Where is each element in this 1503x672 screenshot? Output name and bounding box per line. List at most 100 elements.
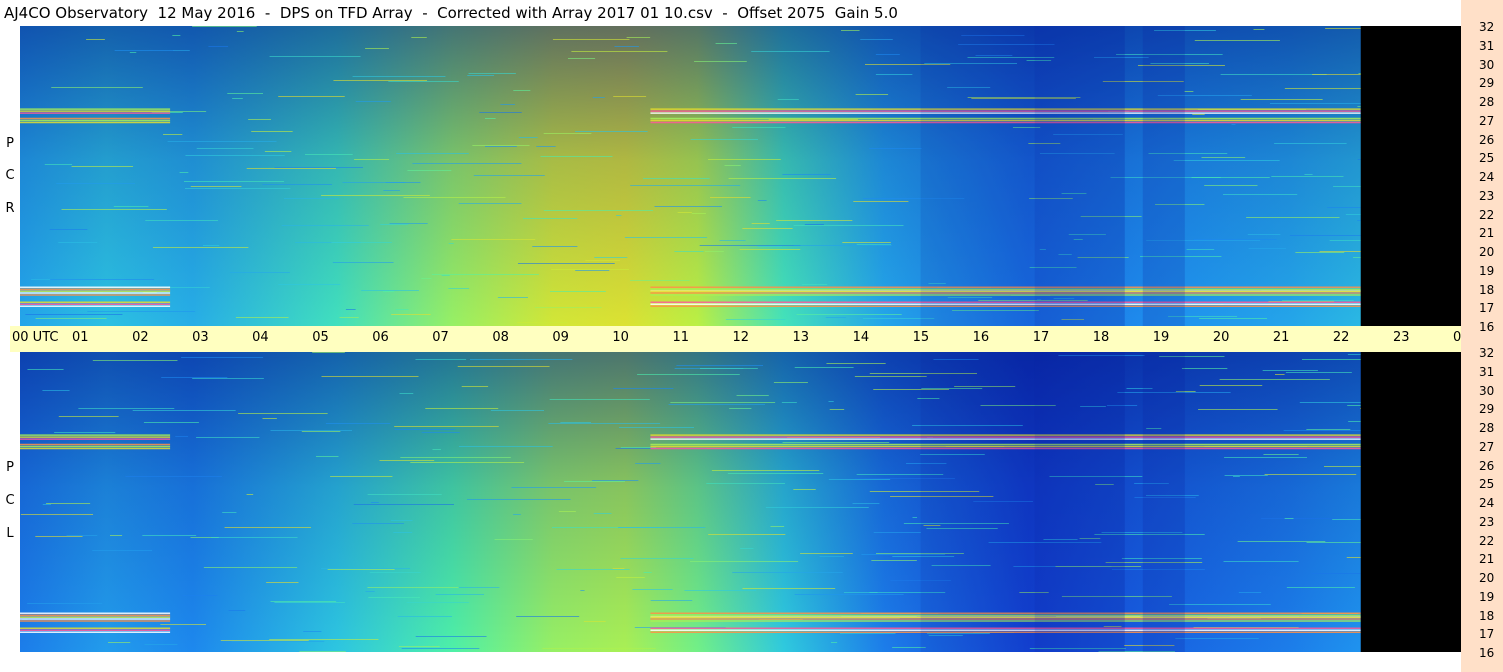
noise-streak — [27, 369, 64, 370]
noise-streak — [567, 58, 596, 59]
time-tick-label: 10 — [612, 330, 629, 345]
interference-band — [20, 288, 171, 290]
noise-streak — [828, 401, 834, 402]
time-tick-label: 22 — [1332, 330, 1350, 345]
noise-streak — [266, 582, 299, 583]
rcp-spectrogram — [20, 26, 1461, 326]
noise-streak — [532, 246, 578, 247]
noise-streak — [728, 178, 837, 179]
noise-streak — [616, 215, 622, 216]
interference-band — [20, 445, 171, 448]
noise-streak — [548, 423, 661, 424]
interference-band — [20, 112, 171, 114]
noise-streak — [208, 46, 229, 47]
noise-streak — [794, 367, 854, 368]
noise-streak — [794, 594, 904, 595]
noise-streak — [458, 446, 553, 447]
noise-streak — [770, 526, 785, 527]
chart-title: AJ4CO Observatory 12 May 2016 - DPS on T… — [4, 4, 898, 22]
noise-streak — [163, 134, 183, 135]
noise-streak — [400, 457, 511, 458]
frequency-tick-label: 31 — [1479, 364, 1495, 379]
noise-streak — [708, 534, 786, 535]
noise-streak — [751, 51, 830, 52]
noise-streak — [352, 523, 404, 524]
noise-streak — [248, 119, 271, 120]
noise-streak — [796, 314, 902, 315]
noise-streak — [635, 463, 661, 464]
frequency-tick-label: 21 — [1479, 226, 1495, 241]
noise-streak — [270, 430, 353, 431]
frequency-tick-label: 22 — [1479, 533, 1495, 548]
interference-band — [20, 108, 171, 110]
interference-band — [20, 612, 171, 614]
noise-streak — [401, 648, 480, 649]
noise-streak — [829, 409, 845, 410]
noise-streak — [333, 80, 428, 81]
noise-streak — [1286, 587, 1355, 588]
noise-streak — [435, 594, 484, 595]
noise-streak — [494, 539, 533, 540]
noise-streak — [66, 535, 98, 536]
frequency-tick-label: 32 — [1479, 346, 1495, 360]
noise-streak — [1238, 592, 1262, 593]
noise-streak — [719, 240, 746, 241]
time-tick-label: 11 — [672, 330, 689, 345]
noise-streak — [782, 174, 831, 175]
noise-streak — [173, 50, 190, 51]
interference-band — [20, 620, 171, 622]
time-tick-label: 16 — [972, 330, 990, 345]
noise-streak — [1304, 174, 1313, 175]
time-tick-label: 15 — [912, 330, 930, 345]
frequency-tick-label: 17 — [1479, 627, 1495, 642]
noise-streak — [312, 352, 345, 353]
noise-streak — [711, 470, 820, 471]
noise-streak — [869, 148, 922, 149]
noise-streak — [406, 602, 470, 603]
noise-streak — [467, 75, 495, 76]
noise-streak — [852, 503, 880, 504]
noise-streak — [1285, 372, 1352, 373]
frequency-tick-label: 26 — [1479, 458, 1495, 473]
noise-streak — [383, 291, 395, 292]
noise-streak — [370, 502, 379, 503]
dark-column — [920, 26, 1035, 326]
noise-streak — [689, 561, 799, 562]
noise-streak — [793, 225, 904, 226]
noise-streak — [1233, 476, 1240, 477]
frequency-axis: 32 31 30 29 28 27 26 25 24 23 22 21 20 19 18 17 16 32 31 30… — [1461, 0, 1503, 672]
noise-streak — [516, 616, 580, 617]
noise-streak — [473, 175, 545, 176]
noise-streak — [251, 131, 293, 132]
noise-streak — [1275, 374, 1285, 375]
polarization-letter: L — [6, 526, 14, 541]
noise-streak — [592, 480, 639, 481]
noise-streak — [637, 374, 740, 375]
interference-band — [20, 290, 171, 292]
noise-streak — [1201, 157, 1246, 158]
noise-streak — [1173, 160, 1280, 161]
noise-streak — [1262, 370, 1318, 371]
noise-streak — [497, 297, 528, 298]
noise-streak — [461, 386, 489, 387]
noise-streak — [184, 188, 291, 189]
noise-streak — [699, 245, 801, 246]
noise-streak — [367, 587, 459, 588]
noise-streak — [92, 550, 153, 551]
noise-streak — [172, 35, 181, 36]
interference-band — [20, 629, 171, 631]
frequency-tick-label: 27 — [1479, 113, 1495, 128]
noise-streak — [142, 535, 197, 536]
noise-streak — [594, 257, 628, 258]
time-tick-label: 17 — [1032, 330, 1050, 345]
noise-streak — [709, 197, 751, 198]
noise-streak — [262, 184, 332, 185]
noise-streak — [776, 220, 853, 221]
noise-streak — [46, 503, 91, 504]
noise-streak — [612, 568, 625, 569]
time-tick-label: 23 — [1392, 330, 1410, 345]
interference-band — [20, 110, 171, 112]
noise-streak — [490, 410, 545, 411]
time-tick-label: 04 — [252, 330, 269, 345]
interference-band — [20, 292, 171, 294]
